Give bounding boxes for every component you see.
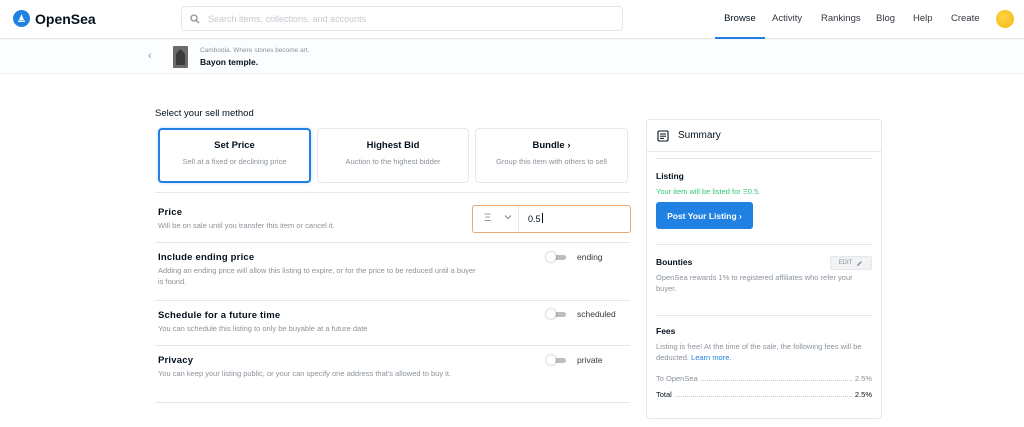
method-title: Highest Bid bbox=[366, 140, 420, 151]
divider bbox=[155, 300, 630, 301]
nav-blog[interactable]: Blog bbox=[876, 0, 895, 39]
ending-toggle[interactable] bbox=[546, 252, 568, 262]
schedule-toggle-label: scheduled bbox=[577, 309, 616, 319]
sell-method-heading: Select your sell method bbox=[155, 108, 254, 119]
schedule-toggle[interactable] bbox=[546, 309, 568, 319]
divider bbox=[155, 242, 630, 243]
price-desc: Will be on sale until you transfer this … bbox=[158, 221, 335, 230]
price-input[interactable]: 0.5 bbox=[528, 213, 543, 224]
fees-description: Listing is free! At the time of the sale… bbox=[656, 342, 862, 362]
privacy-toggle-label: private bbox=[577, 355, 603, 365]
item-name[interactable]: Bayon temple. bbox=[200, 57, 258, 67]
eth-icon: Ξ bbox=[484, 212, 492, 224]
toggle-knob bbox=[546, 252, 556, 262]
learn-more-link[interactable]: Learn more. bbox=[691, 353, 731, 362]
listing-text: Your item will be listed for Ξ0.5. bbox=[656, 186, 874, 197]
divider bbox=[656, 244, 872, 245]
price-input-group[interactable]: Ξ 0.5 bbox=[472, 205, 631, 233]
fee-row-total: Total 2.5% bbox=[656, 390, 872, 399]
nav-create[interactable]: Create bbox=[951, 0, 980, 39]
method-desc: Group this item with others to sell bbox=[496, 157, 607, 166]
divider bbox=[155, 402, 630, 403]
divider bbox=[155, 345, 630, 346]
fees-text: Listing is free! At the time of the sale… bbox=[656, 341, 874, 363]
divider bbox=[656, 158, 872, 159]
price-title: Price bbox=[158, 207, 183, 218]
opensea-logo-icon bbox=[13, 10, 30, 27]
brand-name: OpenSea bbox=[35, 10, 96, 27]
search-input[interactable] bbox=[208, 13, 588, 24]
listing-amount: Ξ0.5. bbox=[742, 187, 761, 196]
bundle-title: Bundle bbox=[532, 140, 565, 151]
summary-panel: Summary Listing Your item will be listed… bbox=[646, 119, 882, 419]
method-bundle[interactable]: Bundle › Group this item with others to … bbox=[475, 128, 628, 183]
schedule-title: Schedule for a future time bbox=[158, 310, 281, 321]
method-highest-bid[interactable]: Highest Bid Auction to the highest bidde… bbox=[317, 128, 469, 183]
user-avatar[interactable] bbox=[996, 10, 1014, 28]
top-navigation-bar: OpenSea Browse Activity Rankings Blog He… bbox=[0, 0, 1024, 39]
bounties-text: OpenSea rewards 1% to registered affilia… bbox=[656, 273, 853, 293]
schedule-desc: You can schedule this listing to only be… bbox=[158, 324, 368, 333]
method-title: Bundle › bbox=[476, 140, 627, 151]
method-title: Set Price bbox=[214, 140, 255, 151]
currency-select[interactable]: Ξ bbox=[473, 206, 519, 232]
price-value: 0.5 bbox=[528, 214, 541, 224]
privacy-desc: You can keep your listing public, or you… bbox=[158, 369, 451, 378]
post-listing-button[interactable]: Post Your Listing › bbox=[656, 202, 753, 229]
summary-title: Summary bbox=[678, 130, 721, 141]
fee-value: 2.5% bbox=[854, 390, 872, 399]
listing-text-prefix: Your item will be listed for bbox=[656, 187, 743, 196]
ending-desc: Adding an ending price will allow this l… bbox=[158, 266, 476, 286]
opensea-logo[interactable]: OpenSea bbox=[13, 10, 96, 27]
search-bar[interactable] bbox=[181, 6, 623, 31]
nav-activity[interactable]: Activity bbox=[772, 0, 802, 39]
item-breadcrumb-bar: ‹ Cambodia. Where stones become art. Bay… bbox=[0, 40, 1024, 74]
chevron-right-icon: › bbox=[567, 140, 571, 151]
pencil-icon bbox=[857, 260, 863, 266]
fees-label: Fees bbox=[656, 326, 676, 336]
fee-row-opensea: To OpenSea 2.5% bbox=[656, 374, 872, 383]
listing-label: Listing bbox=[656, 171, 684, 181]
privacy-toggle[interactable] bbox=[546, 355, 568, 365]
toggle-knob bbox=[546, 309, 556, 319]
dotted-leader bbox=[674, 396, 852, 397]
nav-help[interactable]: Help bbox=[913, 0, 933, 39]
fee-value: 2.5% bbox=[854, 374, 872, 383]
ending-toggle-label: ending bbox=[577, 252, 603, 262]
fee-label: Total bbox=[656, 390, 672, 399]
search-icon bbox=[190, 13, 200, 23]
divider bbox=[155, 192, 630, 193]
ending-title: Include ending price bbox=[158, 252, 255, 263]
chevron-right-icon: › bbox=[739, 210, 742, 221]
method-desc: Sell at a fixed or declining price bbox=[182, 157, 287, 166]
dotted-leader bbox=[700, 380, 852, 381]
edit-label: EDIT bbox=[838, 260, 853, 266]
bounties-label: Bounties bbox=[656, 257, 693, 267]
fee-label: To OpenSea bbox=[656, 374, 698, 383]
item-thumbnail bbox=[173, 46, 188, 68]
collection-name[interactable]: Cambodia. Where stones become art. bbox=[200, 47, 309, 54]
chevron-down-icon bbox=[504, 215, 512, 220]
edit-bounties-button[interactable]: EDIT bbox=[830, 256, 872, 270]
list-icon bbox=[657, 130, 669, 142]
method-set-price[interactable]: Set Price Sell at a fixed or declining p… bbox=[158, 128, 311, 183]
text-caret bbox=[541, 213, 543, 223]
summary-header: Summary bbox=[647, 120, 881, 152]
post-listing-label: Post Your Listing bbox=[667, 210, 737, 221]
nav-rankings[interactable]: Rankings bbox=[821, 0, 861, 39]
toggle-knob bbox=[546, 355, 556, 365]
nav-browse[interactable]: Browse bbox=[715, 0, 765, 39]
method-desc: Auction to the highest bidder bbox=[345, 157, 441, 166]
back-chevron-icon[interactable]: ‹ bbox=[148, 50, 152, 62]
divider bbox=[656, 315, 872, 316]
privacy-title: Privacy bbox=[158, 355, 194, 366]
